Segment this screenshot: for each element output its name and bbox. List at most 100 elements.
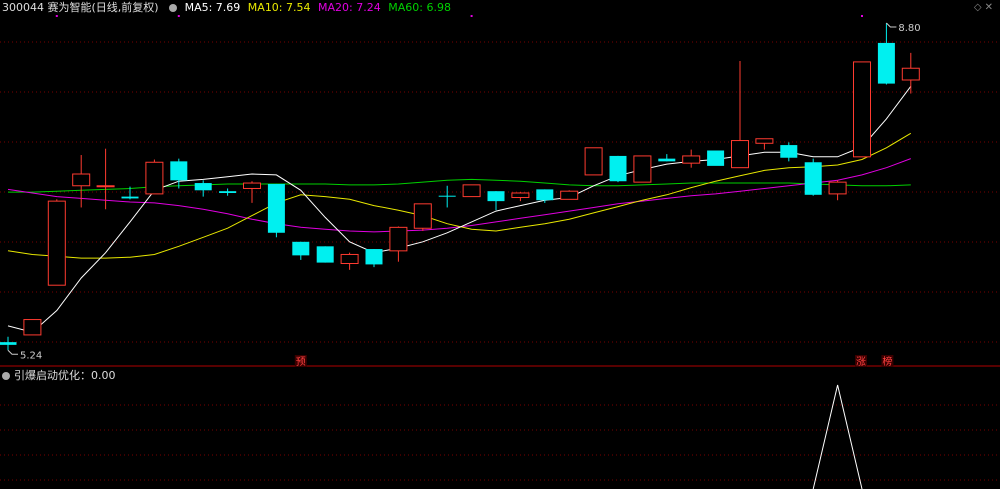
candle-body-up: [633, 155, 652, 183]
marker-yu: 预: [296, 356, 306, 368]
candle-body-down: [707, 150, 725, 166]
candle-body-up: [682, 155, 701, 164]
candle-body-down: [877, 42, 895, 84]
candle-body-down: [170, 161, 188, 181]
candle: [707, 150, 725, 166]
diamond-icon[interactable]: ◇: [974, 2, 985, 13]
window-controls: ◇✕: [974, 2, 996, 13]
candle-body-down: [365, 249, 383, 265]
candle: [853, 61, 871, 158]
candle: [609, 155, 627, 183]
candle-body-up: [901, 67, 920, 81]
ma10-label: MA10: 7.54: [247, 1, 311, 14]
candle: [292, 241, 310, 260]
candle-body-up: [462, 184, 481, 198]
candle-body-down: [267, 183, 285, 233]
low-pointer: [7, 349, 18, 355]
candle-body-up: [853, 61, 871, 158]
candle: [365, 249, 383, 268]
candle-body-down: [658, 158, 676, 162]
candle-body-down: [487, 191, 505, 202]
gear-icon[interactable]: [169, 4, 178, 12]
close-icon[interactable]: ✕: [985, 2, 996, 13]
candle-body-up: [828, 181, 847, 195]
candle: [219, 188, 237, 196]
candle: [828, 180, 847, 201]
candle-body-down: [536, 189, 554, 201]
candle: [731, 61, 749, 169]
candle-body-up: [560, 190, 579, 200]
candle: [780, 142, 798, 162]
indicator-line: [812, 384, 863, 489]
candle: [658, 154, 676, 162]
candle: [340, 252, 359, 270]
candle: [413, 203, 432, 231]
top-marker: [470, 15, 473, 17]
candle-body-up: [243, 182, 261, 189]
marker-bang: 榜: [882, 355, 892, 368]
candle-body-down: [194, 183, 212, 191]
candle: [194, 180, 212, 197]
top-marker: [861, 15, 863, 17]
candle: [389, 226, 408, 262]
candle: [682, 149, 701, 168]
candle: [511, 192, 530, 202]
candle: [23, 319, 42, 336]
candle: [170, 158, 188, 189]
chart-header: 300044 赛为智能(日线,前复权) MA5: 7.69 MA10: 7.54…: [2, 1, 455, 15]
candle-body-down: [804, 162, 822, 195]
high-pointer: [886, 22, 897, 28]
candle-body-down: [438, 195, 456, 197]
candle-body-down: [780, 145, 798, 158]
candle-body-up: [755, 138, 774, 144]
stock-title: 300044 赛为智能(日线,前复权): [2, 1, 159, 14]
candle-body-down: [0, 342, 17, 345]
candle-body-up: [72, 173, 91, 187]
candle: [536, 189, 554, 203]
candle: [145, 159, 164, 195]
candle-body-up: [389, 226, 408, 252]
candle: [438, 185, 456, 208]
candle-body-up: [413, 203, 432, 229]
candle-body-down: [316, 246, 334, 263]
candle-body-up: [145, 161, 164, 195]
candle: [316, 246, 334, 263]
candle: [877, 23, 895, 85]
candle: [804, 158, 822, 196]
candle: [267, 183, 285, 238]
candle-body-up: [511, 192, 530, 199]
candle: [487, 191, 505, 211]
candle-body-down: [121, 196, 139, 199]
ma-line-ma5: [7, 86, 912, 333]
indicator-gear-icon[interactable]: [2, 372, 10, 380]
candle: [72, 155, 91, 208]
candle: [584, 147, 603, 176]
candle-body-up: [731, 140, 749, 169]
candle-body-up: [47, 200, 66, 286]
candle: [462, 184, 481, 198]
indicator-header: 引爆启动优化：0.00: [2, 369, 116, 383]
candle-body-up: [23, 319, 42, 336]
ma20-label: MA20: 7.24: [318, 1, 381, 14]
marker-zhang: 涨: [856, 356, 866, 368]
ma-line-ma60: [8, 178, 911, 193]
candle: [755, 138, 774, 150]
candle: [560, 190, 579, 200]
stock-chart[interactable]: 8.80 5.24 预 涨 榜: [0, 0, 1000, 489]
candle-body-up: [340, 253, 359, 265]
top-marker: [55, 15, 58, 17]
high-price-label: 8.80: [898, 23, 920, 34]
candle-body-up: [96, 185, 115, 188]
indicator-title: 引爆启动优化：0.00: [14, 369, 116, 382]
candle-body-down: [292, 241, 310, 256]
candle-body-down: [219, 191, 237, 193]
low-price-label: 5.24: [20, 350, 42, 361]
candle: [633, 155, 652, 183]
candle-body-down: [609, 155, 627, 182]
candle: [47, 199, 66, 286]
candle: [243, 181, 261, 203]
candle: [0, 336, 17, 351]
ma60-label: MA60: 6.98: [388, 1, 451, 14]
ma5-label: MA5: 7.69: [184, 1, 241, 14]
candle-body-up: [584, 147, 603, 176]
